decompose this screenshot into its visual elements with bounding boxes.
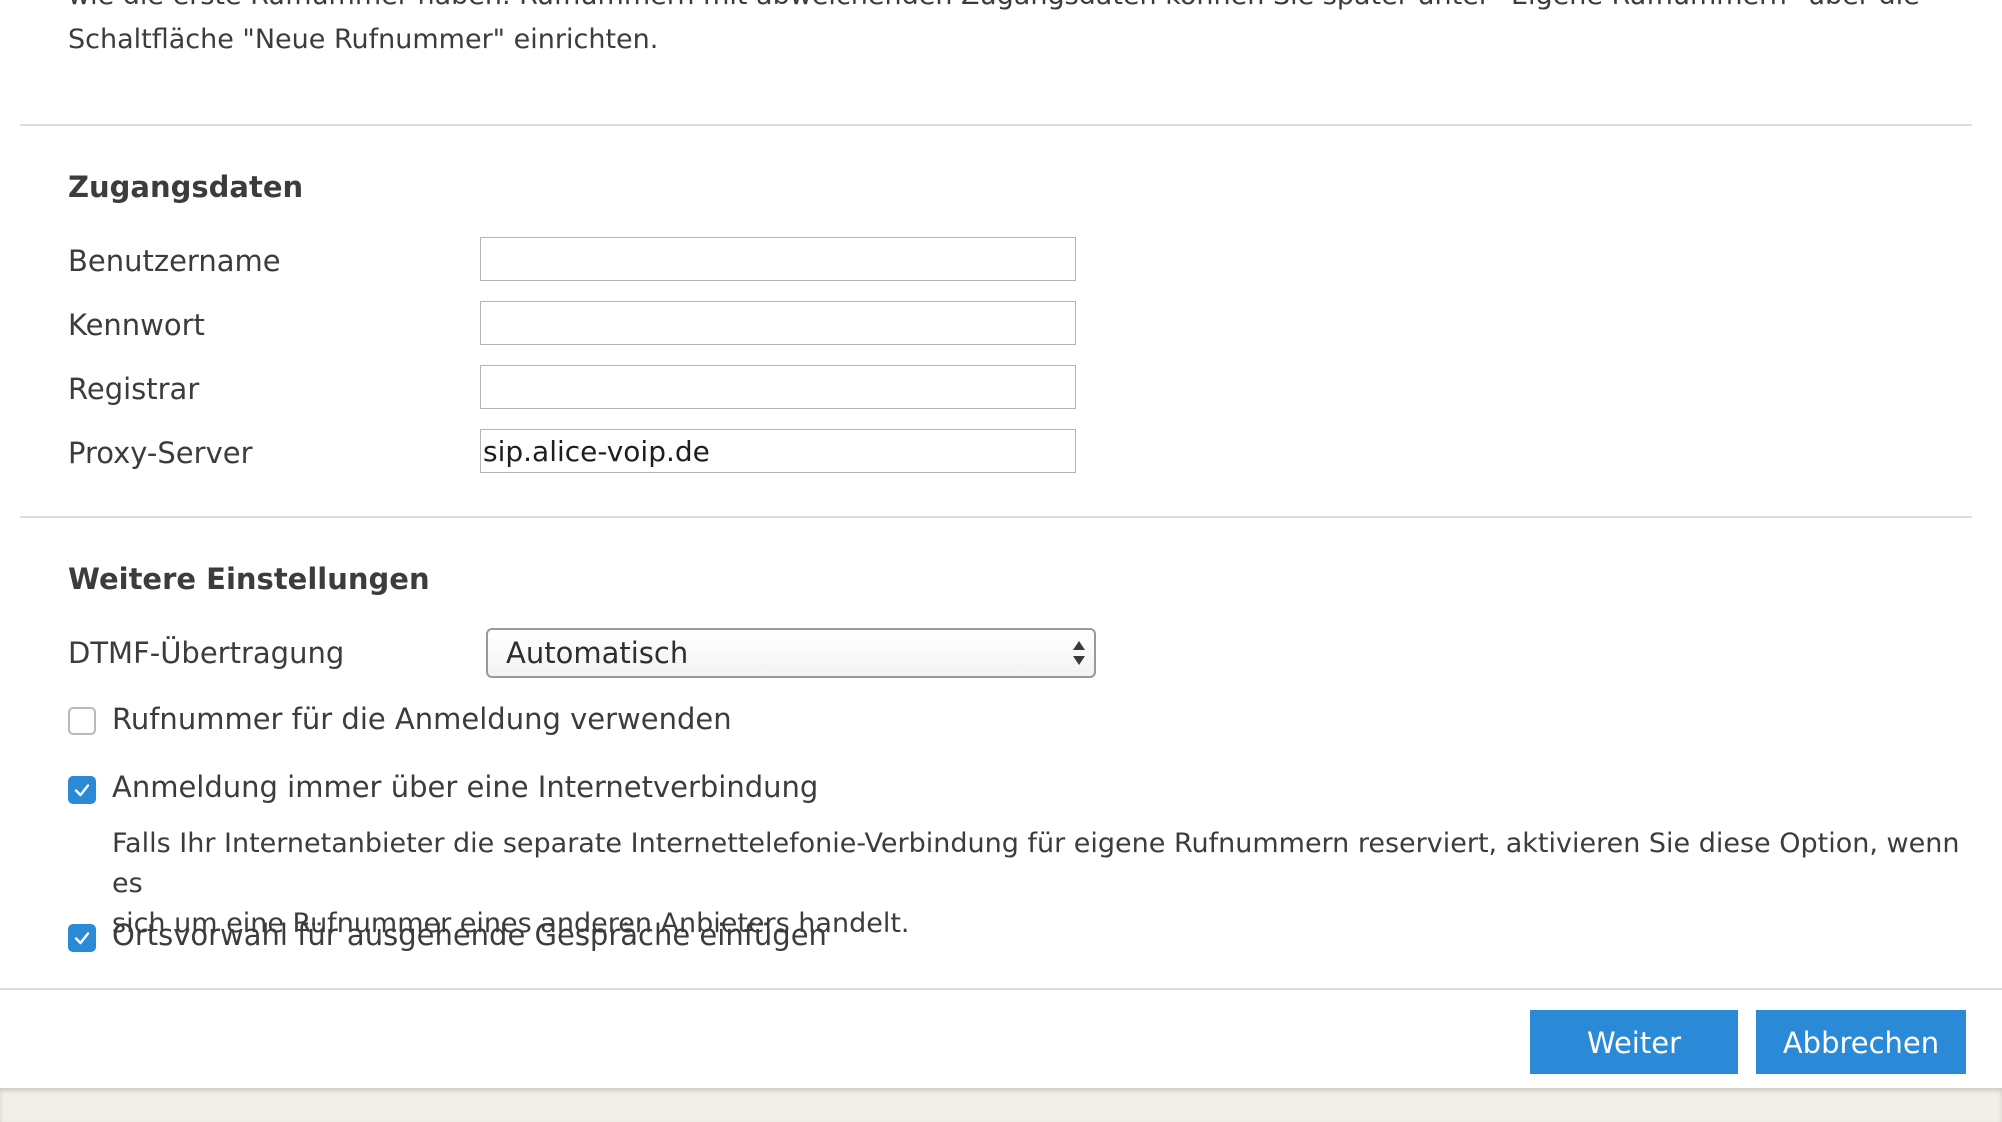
registrar-label: Registrar xyxy=(68,372,200,406)
insert-area-code-checkbox[interactable] xyxy=(68,924,96,952)
username-label: Benutzername xyxy=(68,244,281,278)
password-label: Kennwort xyxy=(68,308,205,342)
next-button[interactable]: Weiter xyxy=(1530,1010,1738,1074)
proxy-server-input[interactable] xyxy=(480,429,1076,473)
hint-line-1: Falls Ihr Internetanbieter die separate … xyxy=(112,828,1960,899)
use-number-for-login-checkbox[interactable] xyxy=(68,707,96,735)
registrar-input[interactable] xyxy=(480,365,1076,409)
check-icon xyxy=(74,932,90,945)
intro-text: wie die erste Rufnummer haben. Rufnummer… xyxy=(68,0,1948,62)
button-bar: Weiter Abbrechen xyxy=(0,988,2002,1090)
check-icon xyxy=(74,784,90,797)
section-divider xyxy=(20,124,1972,126)
footer-background xyxy=(0,1088,2002,1122)
intro-line-2: Schaltfläche "Neue Rufnummer" einrichten… xyxy=(68,24,659,55)
dtmf-label: DTMF-Übertragung xyxy=(68,636,345,670)
dialog-page: wie die erste Rufnummer haben. Rufnummer… xyxy=(0,0,2002,1122)
proxy-server-label: Proxy-Server xyxy=(68,436,253,470)
section-divider xyxy=(20,516,1972,518)
select-updown-icon xyxy=(1073,641,1085,665)
section-title-access: Zugangsdaten xyxy=(68,170,304,204)
dtmf-select[interactable]: Automatisch xyxy=(486,628,1096,678)
dtmf-selected-value: Automatisch xyxy=(506,636,689,670)
section-title-more-settings: Weitere Einstellungen xyxy=(68,562,430,596)
username-input[interactable] xyxy=(480,237,1076,281)
insert-area-code-label[interactable]: Ortsvorwahl für ausgehende Gespräche ein… xyxy=(112,917,827,953)
password-input[interactable] xyxy=(480,301,1076,345)
always-via-internet-checkbox[interactable] xyxy=(68,776,96,804)
cancel-button[interactable]: Abbrechen xyxy=(1756,1010,1966,1074)
always-via-internet-label[interactable]: Anmeldung immer über eine Internetverbin… xyxy=(112,769,818,805)
intro-line-1: wie die erste Rufnummer haben. Rufnummer… xyxy=(68,0,1948,18)
use-number-for-login-label[interactable]: Rufnummer für die Anmeldung verwenden xyxy=(112,701,732,737)
